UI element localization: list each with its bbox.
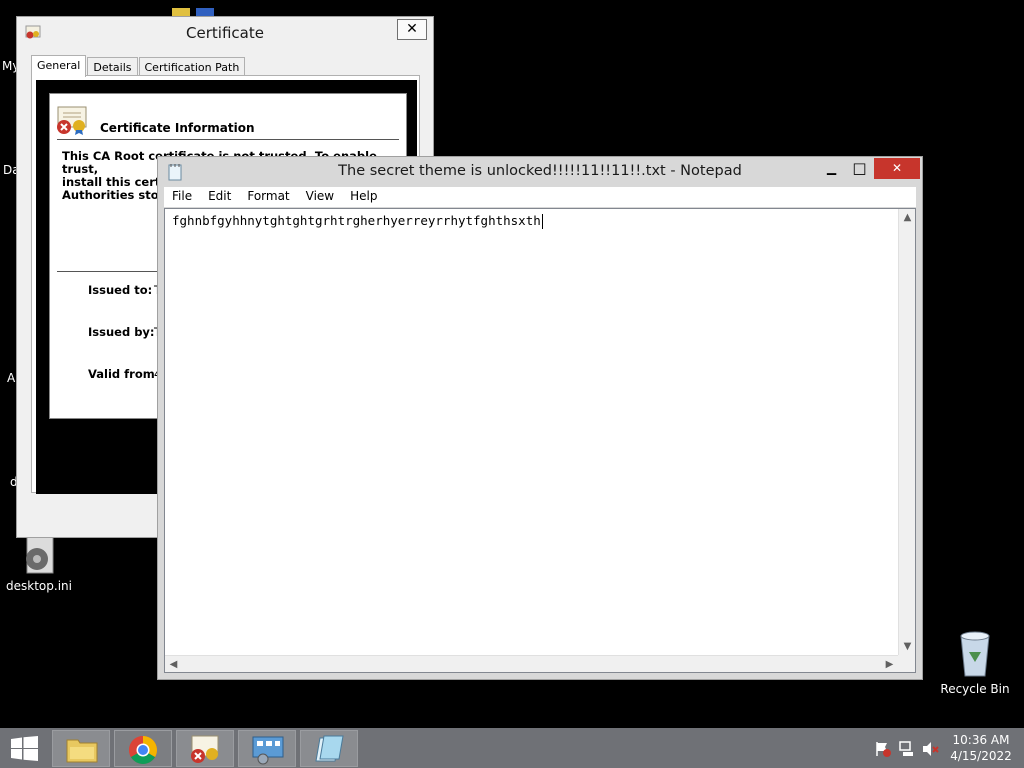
certificate-icon — [191, 735, 219, 763]
valid-from-label: Valid from — [88, 367, 155, 381]
recycle-bin-label: Recycle Bin — [940, 682, 1010, 696]
chrome-icon — [129, 736, 157, 764]
taskbar-certificate[interactable] — [176, 730, 234, 767]
menu-format[interactable]: Format — [239, 187, 297, 207]
notepad-content: fghnbfgyhhnytghtghtgrhtrgherhyerreyrrhyt… — [172, 213, 543, 229]
divider — [57, 139, 399, 140]
taskbar-file-explorer[interactable] — [52, 730, 110, 767]
desktop-ini-icon-item[interactable]: desktop.ini — [6, 535, 72, 593]
taskbar-chrome[interactable] — [114, 730, 172, 767]
tab-certification-path[interactable]: Certification Path — [138, 57, 246, 76]
menu-edit[interactable]: Edit — [200, 187, 239, 207]
volume-muted-icon[interactable] — [921, 740, 939, 758]
menu-help[interactable]: Help — [342, 187, 385, 207]
notepad-window[interactable]: The secret theme is unlocked!!!!!11!!11!… — [157, 156, 923, 680]
scroll-right-arrow-icon[interactable]: ▶ — [881, 656, 898, 673]
certificate-titlebar[interactable]: Certificate ✕ — [17, 17, 433, 49]
network-icon[interactable] — [898, 740, 916, 758]
taskbar-control-panel[interactable] — [238, 730, 296, 767]
certificate-tabs: General Details Certification Path — [31, 55, 246, 77]
tab-general[interactable]: General — [31, 55, 87, 77]
clock-time: 10:36 AM — [952, 733, 1010, 747]
control-panel-icon — [252, 736, 284, 765]
certificate-close-button[interactable]: ✕ — [397, 19, 427, 40]
horizontal-scrollbar[interactable]: ◀ ▶ — [165, 655, 898, 672]
desktop-label-a[interactable]: A — [7, 371, 15, 385]
start-button[interactable] — [0, 728, 48, 768]
recycle-bin-item[interactable]: Recycle Bin — [940, 630, 1010, 696]
notepad-title: The secret theme is unlocked!!!!!11!!11!… — [338, 163, 742, 179]
notepad-text-area[interactable]: fghnbfgyhhnytghtghtgrhtrgherhyerreyrrhyt… — [164, 208, 916, 673]
minimize-button[interactable]: ▁ — [818, 158, 845, 179]
untrusted-certificate-icon — [57, 106, 87, 135]
menu-view[interactable]: View — [298, 187, 342, 207]
close-button[interactable]: ✕ — [874, 158, 920, 179]
settings-file-icon — [26, 536, 54, 574]
taskbar-notepad[interactable] — [300, 730, 358, 767]
certificate-information-heading: Certificate Information — [100, 121, 255, 135]
notepad-icon — [315, 735, 344, 762]
maximize-button[interactable]: □ — [846, 158, 873, 179]
resize-grip-icon[interactable] — [898, 655, 915, 672]
notepad-titlebar[interactable]: The secret theme is unlocked!!!!!11!!11!… — [158, 157, 922, 187]
system-clock[interactable]: 10:36 AM 4/15/2022 — [948, 732, 1014, 764]
issued-to-label: Issued to: — [88, 283, 153, 297]
scroll-left-arrow-icon[interactable]: ◀ — [165, 656, 182, 673]
desktop-ini-label: desktop.ini — [6, 579, 72, 593]
scroll-down-arrow-icon[interactable]: ▼ — [899, 638, 916, 655]
windows-logo-icon — [11, 736, 38, 761]
recycle-bin-icon — [960, 631, 990, 677]
notepad-menubar: File Edit Format View Help — [164, 187, 916, 207]
taskbar: 10:36 AM 4/15/2022 — [0, 728, 1024, 768]
action-center-flag-icon[interactable] — [874, 740, 892, 758]
text-caret — [541, 214, 543, 229]
scroll-up-arrow-icon[interactable]: ▲ — [899, 209, 916, 226]
menu-file[interactable]: File — [164, 187, 200, 207]
document-text: fghnbfgyhhnytghtghtgrhtrgherhyerreyrrhyt… — [172, 213, 541, 228]
vertical-scrollbar[interactable]: ▲ ▼ — [898, 209, 915, 655]
clock-date: 4/15/2022 — [950, 749, 1012, 763]
tab-details[interactable]: Details — [87, 57, 138, 76]
certificate-title: Certificate — [186, 24, 264, 42]
issued-by-label: Issued by: — [88, 325, 155, 339]
folder-icon — [66, 739, 98, 763]
